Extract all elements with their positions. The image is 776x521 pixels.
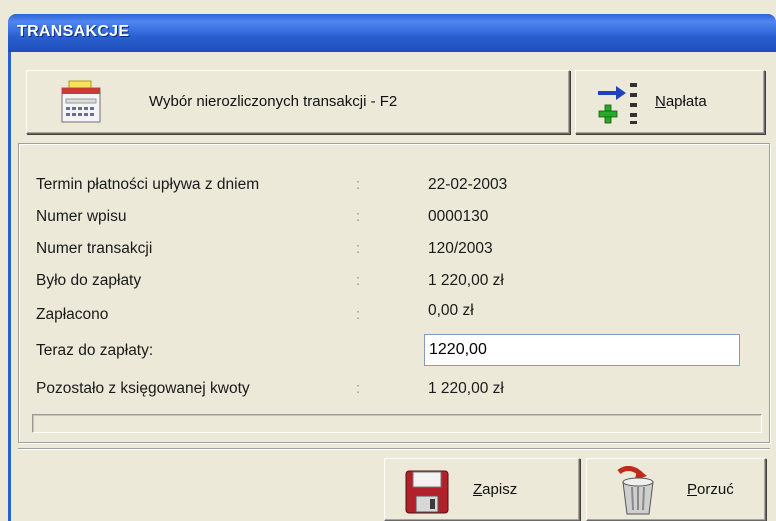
label-entry-number: Numer wpisu bbox=[36, 208, 127, 225]
save-button[interactable]: Zapisz bbox=[384, 458, 580, 521]
current-payment-input[interactable] bbox=[424, 334, 740, 366]
value-paid: 0,00 zł bbox=[428, 302, 474, 319]
status-bar bbox=[32, 414, 762, 433]
trash-bin-icon bbox=[615, 466, 661, 516]
label-amount-due: Było do zapłaty bbox=[36, 272, 142, 289]
value-entry-number: 0000130 bbox=[428, 208, 489, 225]
colon: : bbox=[356, 380, 361, 397]
window-title: TRANSAKCJE bbox=[17, 23, 130, 40]
label-current-payment: Teraz do zapłaty: bbox=[36, 342, 154, 359]
select-transactions-label: Wybór nierozliczonych transakcji - F2 bbox=[149, 93, 398, 110]
add-payment-icon bbox=[596, 81, 638, 125]
select-transactions-button[interactable]: Wybór nierozliczonych transakcji - F2 bbox=[26, 70, 570, 134]
colon: : bbox=[356, 240, 361, 257]
label-remaining-amount: Pozostało z księgowanej kwoty bbox=[36, 380, 250, 397]
calculator-icon bbox=[61, 80, 101, 124]
discard-label: Porzuć bbox=[687, 481, 734, 498]
colon: : bbox=[356, 272, 361, 289]
floppy-disk-icon bbox=[405, 470, 449, 514]
title-bar[interactable]: TRANSAKCJE bbox=[8, 14, 776, 52]
value-amount-due: 1 220,00 zł bbox=[428, 272, 504, 289]
divider bbox=[18, 448, 770, 450]
colon: : bbox=[356, 306, 361, 323]
payment-label: Napłata bbox=[655, 93, 707, 110]
colon: : bbox=[356, 176, 361, 193]
value-transaction-number: 120/2003 bbox=[428, 240, 493, 257]
value-remaining-amount: 1 220,00 zł bbox=[428, 380, 504, 397]
save-label: Zapisz bbox=[473, 481, 518, 498]
label-payment-due-date: Termin płatności upływa z dniem bbox=[36, 176, 260, 193]
value-payment-due-date: 22-02-2003 bbox=[428, 176, 508, 193]
transactions-window: TRANSAKCJE Wybór nierozliczonych transak… bbox=[0, 0, 776, 521]
payment-button[interactable]: Napłata bbox=[575, 70, 765, 134]
label-paid: Zapłacono bbox=[36, 306, 109, 323]
discard-button[interactable]: Porzuć bbox=[586, 458, 766, 521]
label-transaction-number: Numer transakcji bbox=[36, 240, 153, 257]
colon: : bbox=[356, 208, 361, 225]
